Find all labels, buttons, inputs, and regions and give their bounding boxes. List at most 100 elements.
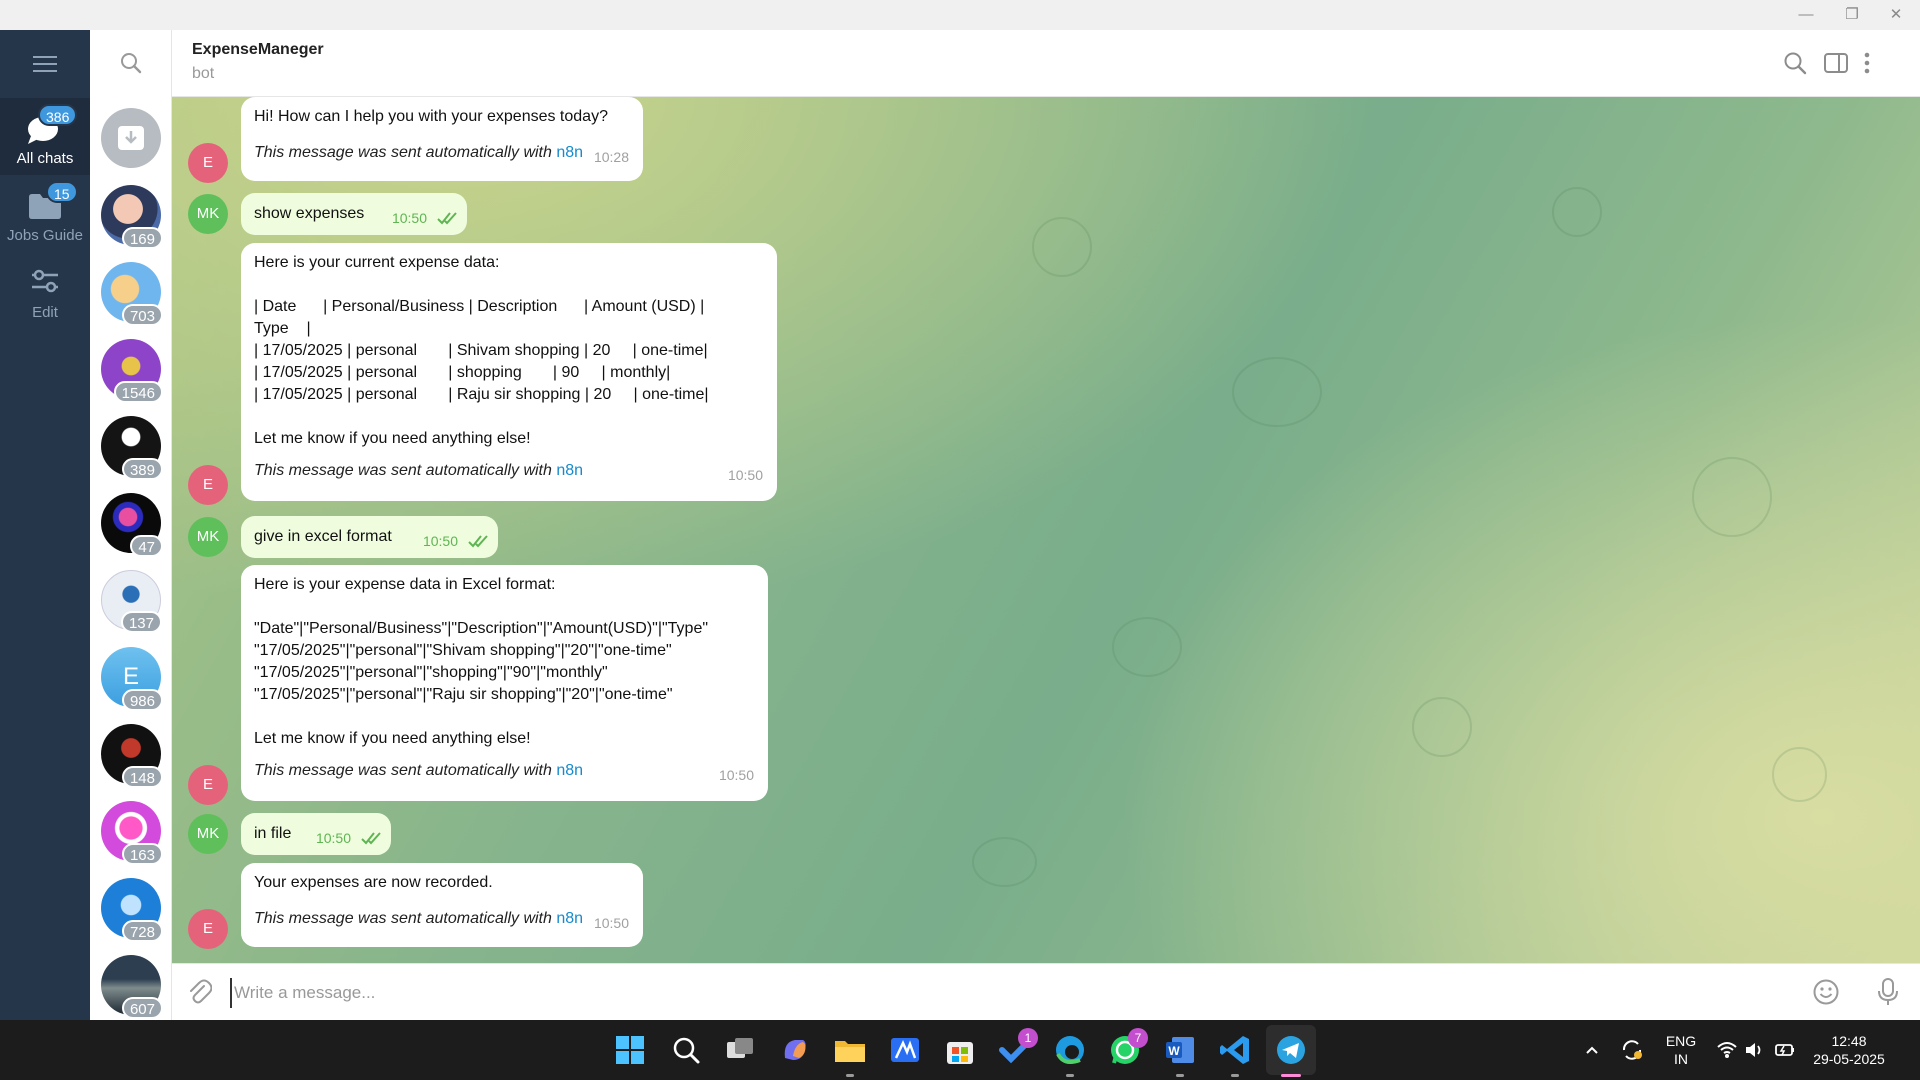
sync-icon[interactable]	[1620, 1038, 1644, 1062]
message-time: 10:50	[391, 210, 427, 226]
bot-message: Here is your expense data in Excel forma…	[241, 565, 768, 801]
edge-icon[interactable]	[1050, 1030, 1090, 1070]
bot-avatar[interactable]: E	[188, 909, 228, 949]
more-icon[interactable]	[1861, 50, 1873, 76]
n8n-link[interactable]: n8n	[556, 144, 583, 161]
message-text: in file	[254, 825, 292, 842]
bot-avatar[interactable]: E	[188, 465, 228, 505]
chat-item[interactable]: 728	[101, 878, 163, 942]
menu-icon[interactable]	[33, 54, 57, 72]
todo-badge: 1	[1018, 1028, 1038, 1048]
copilot-icon[interactable]	[775, 1030, 815, 1070]
bot-message: Here is your current expense data: | Dat…	[241, 243, 777, 501]
all-chats-badge: 386	[38, 104, 78, 126]
emoji-icon[interactable]	[1812, 978, 1840, 1006]
folder-label: All chats	[16, 150, 74, 167]
telegram-icon[interactable]	[1271, 1030, 1311, 1070]
close-button[interactable]: ✕	[1876, 0, 1916, 30]
chat-area[interactable]: E Hi! How can I help you with your expen…	[172, 97, 1920, 963]
whatsapp-badge: 7	[1128, 1028, 1148, 1048]
user-message: in file 10:50	[241, 813, 391, 855]
n8n-link[interactable]: n8n	[556, 462, 583, 479]
unread-badge: 137	[120, 611, 162, 633]
message-text: Here is your expense data in Excel forma…	[254, 576, 709, 747]
folder-all-chats[interactable]: 386 All chats	[0, 98, 90, 175]
message-text: show expenses	[254, 205, 365, 222]
message-time: 10:50	[315, 830, 351, 846]
chat-item[interactable]: E 986	[101, 647, 163, 711]
bot-message: Hi! How can I help you with your expense…	[241, 97, 643, 181]
volume-icon[interactable]	[1744, 1040, 1764, 1060]
sidebar-toggle-icon[interactable]	[1823, 50, 1849, 76]
message-input[interactable]	[230, 978, 1730, 1008]
doodle-pattern	[1772, 747, 1827, 802]
chat-item[interactable]: 137	[101, 570, 162, 633]
doodle-pattern	[1032, 217, 1092, 277]
folder-sidebar: 386 All chats 15 Jobs Guide Edit	[0, 30, 90, 1020]
chevron-up-icon[interactable]	[1584, 1042, 1600, 1058]
unread-badge: 1546	[113, 381, 163, 403]
restore-button[interactable]: ❐	[1832, 0, 1872, 30]
chat-item[interactable]: 703	[101, 262, 163, 326]
chat-item[interactable]: 607	[101, 955, 163, 1019]
doodle-pattern	[1692, 457, 1772, 537]
active-indicator	[1281, 1074, 1301, 1077]
minimize-button[interactable]: —	[1786, 0, 1826, 30]
n8n-link[interactable]: n8n	[556, 762, 583, 779]
bot-avatar[interactable]: E	[188, 143, 228, 183]
user-avatar[interactable]: MK	[188, 517, 228, 557]
auto-sent-note: This message was sent automatically with…	[254, 462, 584, 479]
word-icon[interactable]: W	[1160, 1030, 1200, 1070]
chat-item[interactable]: 1546	[101, 339, 163, 403]
vscode-icon[interactable]	[1215, 1030, 1255, 1070]
wifi-icon[interactable]	[1716, 1040, 1738, 1060]
clock[interactable]: 12:48 29-05-2025	[1808, 1032, 1890, 1068]
chat-title[interactable]: ExpenseManeger	[192, 41, 324, 59]
bot-avatar[interactable]: E	[188, 765, 228, 805]
chat-item[interactable]: 389	[101, 416, 163, 480]
message-time: 10:50	[422, 533, 458, 549]
running-indicator	[846, 1074, 854, 1077]
message-text: Your expenses are now recorded.	[254, 874, 493, 891]
folder-edit[interactable]: Edit	[0, 252, 90, 329]
file-explorer-icon[interactable]	[830, 1030, 870, 1070]
search-icon[interactable]	[666, 1030, 706, 1070]
sliders-icon	[32, 269, 58, 293]
unread-badge: 703	[121, 304, 163, 326]
doodle-pattern	[1412, 697, 1472, 757]
task-view-icon[interactable]	[720, 1030, 760, 1070]
user-avatar[interactable]: MK	[188, 814, 228, 854]
chat-item[interactable]: 47	[101, 493, 163, 557]
microphone-icon[interactable]	[1877, 977, 1899, 1007]
user-avatar[interactable]: MK	[188, 194, 228, 234]
folder-jobs-guide[interactable]: 15 Jobs Guide	[0, 175, 90, 252]
auto-sent-note: This message was sent automatically with…	[254, 910, 584, 927]
doodle-pattern	[1232, 357, 1322, 427]
chat-item[interactable]: 163	[101, 801, 163, 865]
app-icon[interactable]	[885, 1030, 925, 1070]
doodle-pattern	[972, 837, 1037, 887]
attach-icon[interactable]	[186, 978, 212, 1006]
microsoft-store-icon[interactable]	[940, 1030, 980, 1070]
message-text: give in excel format	[254, 528, 392, 545]
read-checks-icon	[361, 832, 381, 845]
archive-chat[interactable]	[101, 108, 161, 168]
unread-badge: 986	[121, 689, 163, 711]
message-time: 10:50	[727, 467, 763, 483]
chat-header: ExpenseManeger bot	[172, 30, 1920, 97]
language-indicator[interactable]: ENG IN	[1665, 1032, 1697, 1068]
jobs-guide-badge: 15	[46, 181, 78, 203]
battery-icon[interactable]	[1774, 1040, 1796, 1060]
unread-badge: 148	[121, 766, 163, 788]
windows-start-icon[interactable]	[610, 1030, 650, 1070]
message-text: Hi! How can I help you with your expense…	[254, 108, 608, 125]
chat-subtitle: bot	[192, 65, 215, 82]
chat-item[interactable]: 148	[101, 724, 163, 788]
running-indicator	[1066, 1074, 1074, 1077]
bot-message: Your expenses are now recorded. This mes…	[241, 863, 643, 947]
auto-sent-note: This message was sent automatically with…	[254, 762, 584, 779]
search-icon[interactable]	[1782, 50, 1808, 76]
chat-item[interactable]: 169	[101, 185, 163, 249]
search-icon[interactable]	[119, 51, 143, 75]
n8n-link[interactable]: n8n	[556, 910, 583, 927]
